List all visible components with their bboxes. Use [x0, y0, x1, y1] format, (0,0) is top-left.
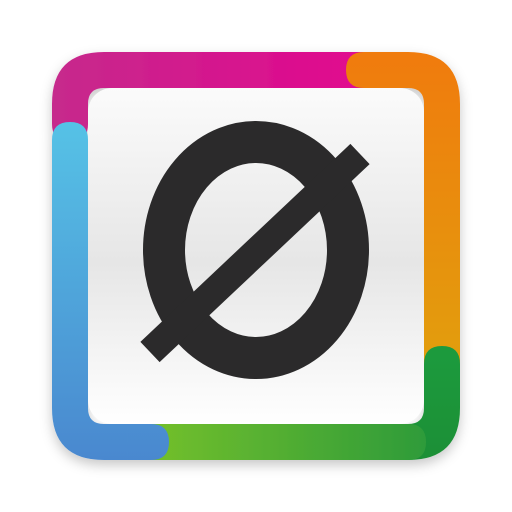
- empty-set-app-icon: [52, 52, 460, 460]
- frame-bottom-segment: [133, 424, 426, 460]
- app-icon-canvas: [0, 0, 512, 512]
